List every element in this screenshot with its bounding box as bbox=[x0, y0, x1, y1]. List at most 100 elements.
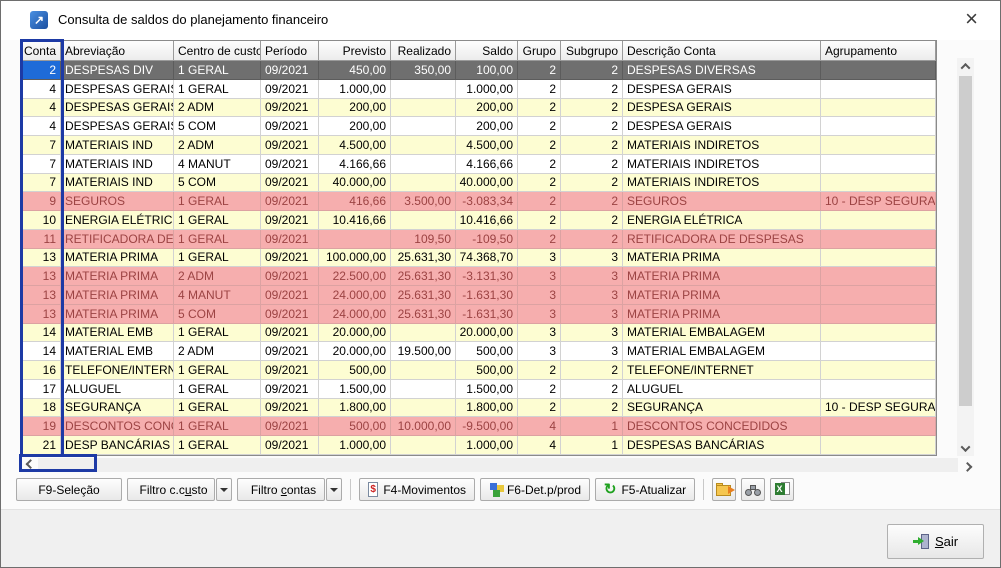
cell-saldo[interactable]: 1.500,00 bbox=[456, 380, 518, 399]
cell-agrupamento[interactable] bbox=[821, 417, 936, 436]
cell-centro-de-custo[interactable]: 4 MANUT bbox=[174, 286, 261, 305]
cell-realizado[interactable]: 350,00 bbox=[391, 61, 456, 80]
table-row[interactable]: 4DESPESAS GERAIS5 COM09/2021200,00200,00… bbox=[22, 117, 936, 136]
cell-centro-de-custo[interactable]: 2 ADM bbox=[174, 342, 261, 361]
cell-subgrupo[interactable]: 3 bbox=[561, 305, 623, 324]
cell-centro-de-custo[interactable]: 1 GERAL bbox=[174, 417, 261, 436]
cell-realizado[interactable]: 3.500,00 bbox=[391, 192, 456, 211]
filtro-contas-button[interactable]: Filtro contas bbox=[237, 478, 325, 501]
close-icon[interactable]: × bbox=[965, 7, 978, 31]
cell-abreviacao[interactable]: MATERIAL EMB bbox=[61, 324, 174, 343]
cell-periodo[interactable]: 09/2021 bbox=[261, 249, 319, 268]
cell-periodo[interactable]: 09/2021 bbox=[261, 286, 319, 305]
cell-saldo[interactable]: 1.800,00 bbox=[456, 399, 518, 418]
cell-realizado[interactable] bbox=[391, 361, 456, 380]
cell-grupo[interactable]: 2 bbox=[518, 230, 561, 249]
cell-previsto[interactable]: 40.000,00 bbox=[319, 174, 391, 193]
cell-descricao-conta[interactable]: MATERIA PRIMA bbox=[623, 286, 821, 305]
cell-descricao-conta[interactable]: MATERIA PRIMA bbox=[623, 249, 821, 268]
table-row[interactable]: 13MATERIA PRIMA5 COM09/202124.000,0025.6… bbox=[22, 305, 936, 324]
cell-agrupamento[interactable] bbox=[821, 117, 936, 136]
cell-subgrupo[interactable]: 2 bbox=[561, 211, 623, 230]
cell-centro-de-custo[interactable]: 5 COM bbox=[174, 305, 261, 324]
table-row[interactable]: 2DESPESAS DIV1 GERAL09/2021450,00350,001… bbox=[22, 61, 936, 80]
cell-previsto[interactable]: 1.500,00 bbox=[319, 380, 391, 399]
cell-agrupamento[interactable] bbox=[821, 155, 936, 174]
cell-previsto[interactable]: 24.000,00 bbox=[319, 305, 391, 324]
cell-saldo[interactable]: 20.000,00 bbox=[456, 324, 518, 343]
cell-agrupamento[interactable] bbox=[821, 305, 936, 324]
cell-grupo[interactable]: 2 bbox=[518, 361, 561, 380]
cell-descricao-conta[interactable]: DESCONTOS CONCEDIDOS bbox=[623, 417, 821, 436]
cell-grupo[interactable]: 2 bbox=[518, 117, 561, 136]
cell-conta[interactable]: 4 bbox=[22, 80, 61, 99]
cell-saldo[interactable]: 1.000,00 bbox=[456, 80, 518, 99]
cell-subgrupo[interactable]: 2 bbox=[561, 380, 623, 399]
cell-periodo[interactable]: 09/2021 bbox=[261, 174, 319, 193]
cell-abreviacao[interactable]: MATERIA PRIMA bbox=[61, 267, 174, 286]
cell-abreviacao[interactable]: DESPESAS GERAIS bbox=[61, 99, 174, 118]
cell-grupo[interactable]: 3 bbox=[518, 324, 561, 343]
table-row[interactable]: 7MATERIAIS IND5 COM09/202140.000,0040.00… bbox=[22, 174, 936, 193]
cell-subgrupo[interactable]: 1 bbox=[561, 436, 623, 455]
cell-descricao-conta[interactable]: MATERIAIS INDIRETOS bbox=[623, 174, 821, 193]
cell-realizado[interactable] bbox=[391, 117, 456, 136]
cell-descricao-conta[interactable]: RETIFICADORA DE DESPESAS bbox=[623, 230, 821, 249]
cell-periodo[interactable]: 09/2021 bbox=[261, 192, 319, 211]
cell-saldo[interactable]: 74.368,70 bbox=[456, 249, 518, 268]
cell-conta[interactable]: 11 bbox=[22, 230, 61, 249]
cell-subgrupo[interactable]: 3 bbox=[561, 267, 623, 286]
cell-periodo[interactable]: 09/2021 bbox=[261, 305, 319, 324]
table-row[interactable]: 19DESCONTOS CONCE1 GERAL09/2021500,0010.… bbox=[22, 417, 936, 436]
f4-movimentos-button[interactable]: $ F4-Movimentos bbox=[359, 478, 475, 501]
cell-realizado[interactable] bbox=[391, 80, 456, 99]
cell-saldo[interactable]: 500,00 bbox=[456, 361, 518, 380]
scroll-down-icon[interactable] bbox=[957, 440, 974, 456]
cell-abreviacao[interactable]: MATERIAIS IND bbox=[61, 155, 174, 174]
cell-realizado[interactable]: 109,50 bbox=[391, 230, 456, 249]
cell-previsto[interactable]: 4.166,66 bbox=[319, 155, 391, 174]
cell-grupo[interactable]: 4 bbox=[518, 436, 561, 455]
cell-realizado[interactable]: 25.631,30 bbox=[391, 267, 456, 286]
cell-realizado[interactable] bbox=[391, 136, 456, 155]
cell-agrupamento[interactable] bbox=[821, 211, 936, 230]
cell-conta[interactable]: 13 bbox=[22, 305, 61, 324]
cell-abreviacao[interactable]: MATERIAIS IND bbox=[61, 136, 174, 155]
table-row[interactable]: 14MATERIAL EMB1 GERAL09/202120.000,0020.… bbox=[22, 324, 936, 343]
cell-conta[interactable]: 7 bbox=[22, 136, 61, 155]
cell-grupo[interactable]: 2 bbox=[518, 61, 561, 80]
table-row[interactable]: 11RETIFICADORA DE1 GERAL09/2021109,50-10… bbox=[22, 230, 936, 249]
cell-abreviacao[interactable]: DESPESAS GERAIS bbox=[61, 80, 174, 99]
cell-realizado[interactable] bbox=[391, 99, 456, 118]
cell-periodo[interactable]: 09/2021 bbox=[261, 342, 319, 361]
cell-conta[interactable]: 7 bbox=[22, 155, 61, 174]
cell-centro-de-custo[interactable]: 1 GERAL bbox=[174, 192, 261, 211]
cell-saldo[interactable]: -1.631,30 bbox=[456, 286, 518, 305]
cell-centro-de-custo[interactable]: 1 GERAL bbox=[174, 361, 261, 380]
cell-descricao-conta[interactable]: DESPESAS BANCÁRIAS bbox=[623, 436, 821, 455]
cell-previsto[interactable]: 500,00 bbox=[319, 417, 391, 436]
cell-saldo[interactable]: -1.631,30 bbox=[456, 305, 518, 324]
cell-grupo[interactable]: 2 bbox=[518, 380, 561, 399]
cell-subgrupo[interactable]: 2 bbox=[561, 61, 623, 80]
cell-agrupamento[interactable]: 10 - DESP SEGURAN bbox=[821, 192, 936, 211]
cell-centro-de-custo[interactable]: 1 GERAL bbox=[174, 436, 261, 455]
cell-conta[interactable]: 2 bbox=[22, 61, 61, 80]
cell-centro-de-custo[interactable]: 5 COM bbox=[174, 174, 261, 193]
cell-subgrupo[interactable]: 1 bbox=[561, 417, 623, 436]
cell-grupo[interactable]: 2 bbox=[518, 80, 561, 99]
cell-abreviacao[interactable]: MATERIA PRIMA bbox=[61, 305, 174, 324]
cell-realizado[interactable] bbox=[391, 155, 456, 174]
cell-centro-de-custo[interactable]: 1 GERAL bbox=[174, 80, 261, 99]
cell-grupo[interactable]: 3 bbox=[518, 286, 561, 305]
cell-periodo[interactable]: 09/2021 bbox=[261, 399, 319, 418]
cell-subgrupo[interactable]: 2 bbox=[561, 230, 623, 249]
cell-subgrupo[interactable]: 3 bbox=[561, 286, 623, 305]
cell-centro-de-custo[interactable]: 1 GERAL bbox=[174, 61, 261, 80]
cell-centro-de-custo[interactable]: 1 GERAL bbox=[174, 230, 261, 249]
cell-saldo[interactable]: -9.500,00 bbox=[456, 417, 518, 436]
cell-periodo[interactable]: 09/2021 bbox=[261, 136, 319, 155]
cell-previsto[interactable]: 100.000,00 bbox=[319, 249, 391, 268]
cell-previsto[interactable]: 450,00 bbox=[319, 61, 391, 80]
cell-previsto[interactable]: 1.000,00 bbox=[319, 80, 391, 99]
